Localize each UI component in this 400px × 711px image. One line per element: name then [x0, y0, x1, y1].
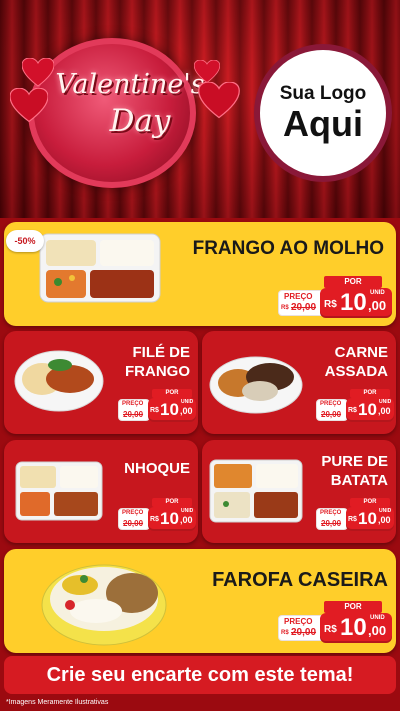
- food-bowl-icon: [208, 345, 304, 415]
- old-price: 20,00: [123, 410, 144, 419]
- price-decimal: ,00: [378, 515, 391, 525]
- price-decimal: ,00: [180, 406, 193, 416]
- preco-label: PREÇO: [284, 292, 313, 301]
- cta-banner[interactable]: Crie seu encarte com este tema!: [4, 656, 396, 694]
- logo-line1: Sua Logo: [279, 83, 367, 104]
- currency: R$: [150, 407, 159, 414]
- currency: R$: [324, 624, 337, 635]
- food-tray-icon: [14, 460, 104, 522]
- valentines-title: Valentine's Day: [50, 69, 210, 139]
- product-title: FILÉ DE FRANGO: [125, 344, 190, 380]
- new-price-box: R$ 10 ,00 UNID: [346, 507, 394, 531]
- product-title: FAROFA CASEIRA: [212, 569, 388, 591]
- old-price-box: PREÇO 20,00: [118, 399, 150, 421]
- price-integer: 10: [160, 400, 179, 419]
- valentines-title-line2: Day: [109, 103, 171, 139]
- food-tray-icon: [208, 458, 304, 524]
- heart-icon: [193, 59, 221, 84]
- price-decimal: ,00: [378, 406, 391, 416]
- product-title: NHOQUE: [124, 460, 190, 477]
- unit-label: UNID: [370, 615, 385, 621]
- price-integer: 10: [340, 289, 367, 316]
- food-bowl-icon: [12, 341, 106, 413]
- old-price: 20,00: [291, 627, 317, 638]
- price-tag: POR PREÇO 20,00 R$ 10 ,00 UNID: [316, 389, 394, 423]
- price-decimal: ,00: [368, 623, 387, 638]
- currency: R$: [348, 407, 357, 414]
- product-title: FRANGO AO MOLHO: [192, 238, 384, 259]
- logo-line2: Aqui: [283, 103, 363, 144]
- price-tag: POR PREÇO 20,00 R$ 10 ,00 UNID: [118, 389, 196, 423]
- valentines-title-line1: Valentine's: [55, 69, 205, 100]
- old-price: 20,00: [123, 519, 144, 528]
- price-tag: POR PREÇO 20,00 R$ 10 ,00 UNID: [118, 498, 196, 532]
- price-tag: POR PREÇO R$ 20,00 R$ 10 ,00 UNID: [278, 601, 392, 645]
- product-card-file-de-frango[interactable]: FILÉ DE FRANGO POR PREÇO 20,00 R$ 10 ,00…: [4, 331, 198, 434]
- currency: R$: [324, 299, 337, 310]
- product-card-carne-assada[interactable]: CARNE ASSADA POR PREÇO 20,00 R$ 10 ,00 U…: [202, 331, 396, 434]
- por-label: POR: [152, 389, 192, 398]
- unit-label: UNID: [370, 290, 385, 296]
- unit-label: UNID: [379, 399, 392, 405]
- product-title: CARNE ASSADA: [324, 344, 388, 380]
- old-price-box: PREÇO R$ 20,00: [278, 290, 324, 316]
- product-card-farofa-caseira[interactable]: FAROFA CASEIRA POR PREÇO R$ 20,00 R$ 10 …: [4, 549, 396, 653]
- por-label: POR: [324, 276, 382, 288]
- por-label: POR: [350, 498, 390, 507]
- price-tag: POR PREÇO R$ 20,00 R$ 10 ,00 UNID: [278, 276, 392, 320]
- preco-label: PREÇO: [320, 401, 342, 407]
- preco-label: PREÇO: [122, 401, 144, 407]
- preco-label: PREÇO: [284, 617, 313, 626]
- preco-label: PREÇO: [320, 510, 342, 516]
- new-price-box: R$ 10 ,00 UNID: [148, 398, 196, 422]
- discount-badge: -50%: [6, 230, 44, 252]
- old-price: 20,00: [321, 410, 342, 419]
- heart-icon: [198, 81, 240, 120]
- curtain-header: Valentine's Day Sua Logo Aqui: [0, 0, 400, 218]
- price-decimal: ,00: [180, 515, 193, 525]
- currency: R$: [348, 516, 357, 523]
- old-price-box: PREÇO R$ 20,00: [278, 615, 324, 641]
- price-tag: POR PREÇO 20,00 R$ 10 ,00 UNID: [316, 498, 394, 532]
- product-card-pure-de-batata[interactable]: PURE DE BATATA POR PREÇO 20,00 R$ 10 ,00…: [202, 440, 396, 543]
- product-card-frango-ao-molho[interactable]: FRANGO AO MOLHO POR PREÇO R$ 20,00 R$ 10…: [4, 222, 396, 326]
- por-label: POR: [350, 389, 390, 398]
- price-integer: 10: [358, 400, 377, 419]
- por-label: POR: [324, 601, 382, 613]
- new-price-box: R$ 10 ,00 UNID: [320, 288, 392, 318]
- price-decimal: ,00: [368, 298, 387, 313]
- unit-label: UNID: [181, 399, 194, 405]
- old-price-box: PREÇO 20,00: [118, 508, 150, 530]
- food-tray-icon: [38, 232, 162, 304]
- price-integer: 10: [358, 509, 377, 528]
- product-card-nhoque[interactable]: NHOQUE POR PREÇO 20,00 R$ 10 ,00 UNID: [4, 440, 198, 543]
- product-title: PURE DE BATATA: [321, 453, 388, 489]
- old-price: 20,00: [321, 519, 342, 528]
- old-price-prefix: R$: [281, 630, 289, 636]
- old-price-prefix: R$: [281, 305, 289, 311]
- heart-icon: [9, 87, 49, 124]
- por-label: POR: [152, 498, 192, 507]
- unit-label: UNID: [379, 508, 392, 514]
- footnote: *Imagens Meramente Ilustrativas: [6, 699, 109, 706]
- food-bowl-icon: [40, 555, 168, 647]
- unit-label: UNID: [181, 508, 194, 514]
- price-integer: 10: [160, 509, 179, 528]
- old-price: 20,00: [291, 302, 317, 313]
- new-price-box: R$ 10 ,00 UNID: [148, 507, 196, 531]
- logo-placeholder[interactable]: Sua Logo Aqui: [254, 44, 392, 182]
- old-price-box: PREÇO 20,00: [316, 508, 348, 530]
- price-integer: 10: [340, 614, 367, 641]
- preco-label: PREÇO: [122, 510, 144, 516]
- heart-icon: [21, 57, 55, 88]
- new-price-box: R$ 10 ,00 UNID: [320, 613, 392, 643]
- old-price-box: PREÇO 20,00: [316, 399, 348, 421]
- currency: R$: [150, 516, 159, 523]
- new-price-box: R$ 10 ,00 UNID: [346, 398, 394, 422]
